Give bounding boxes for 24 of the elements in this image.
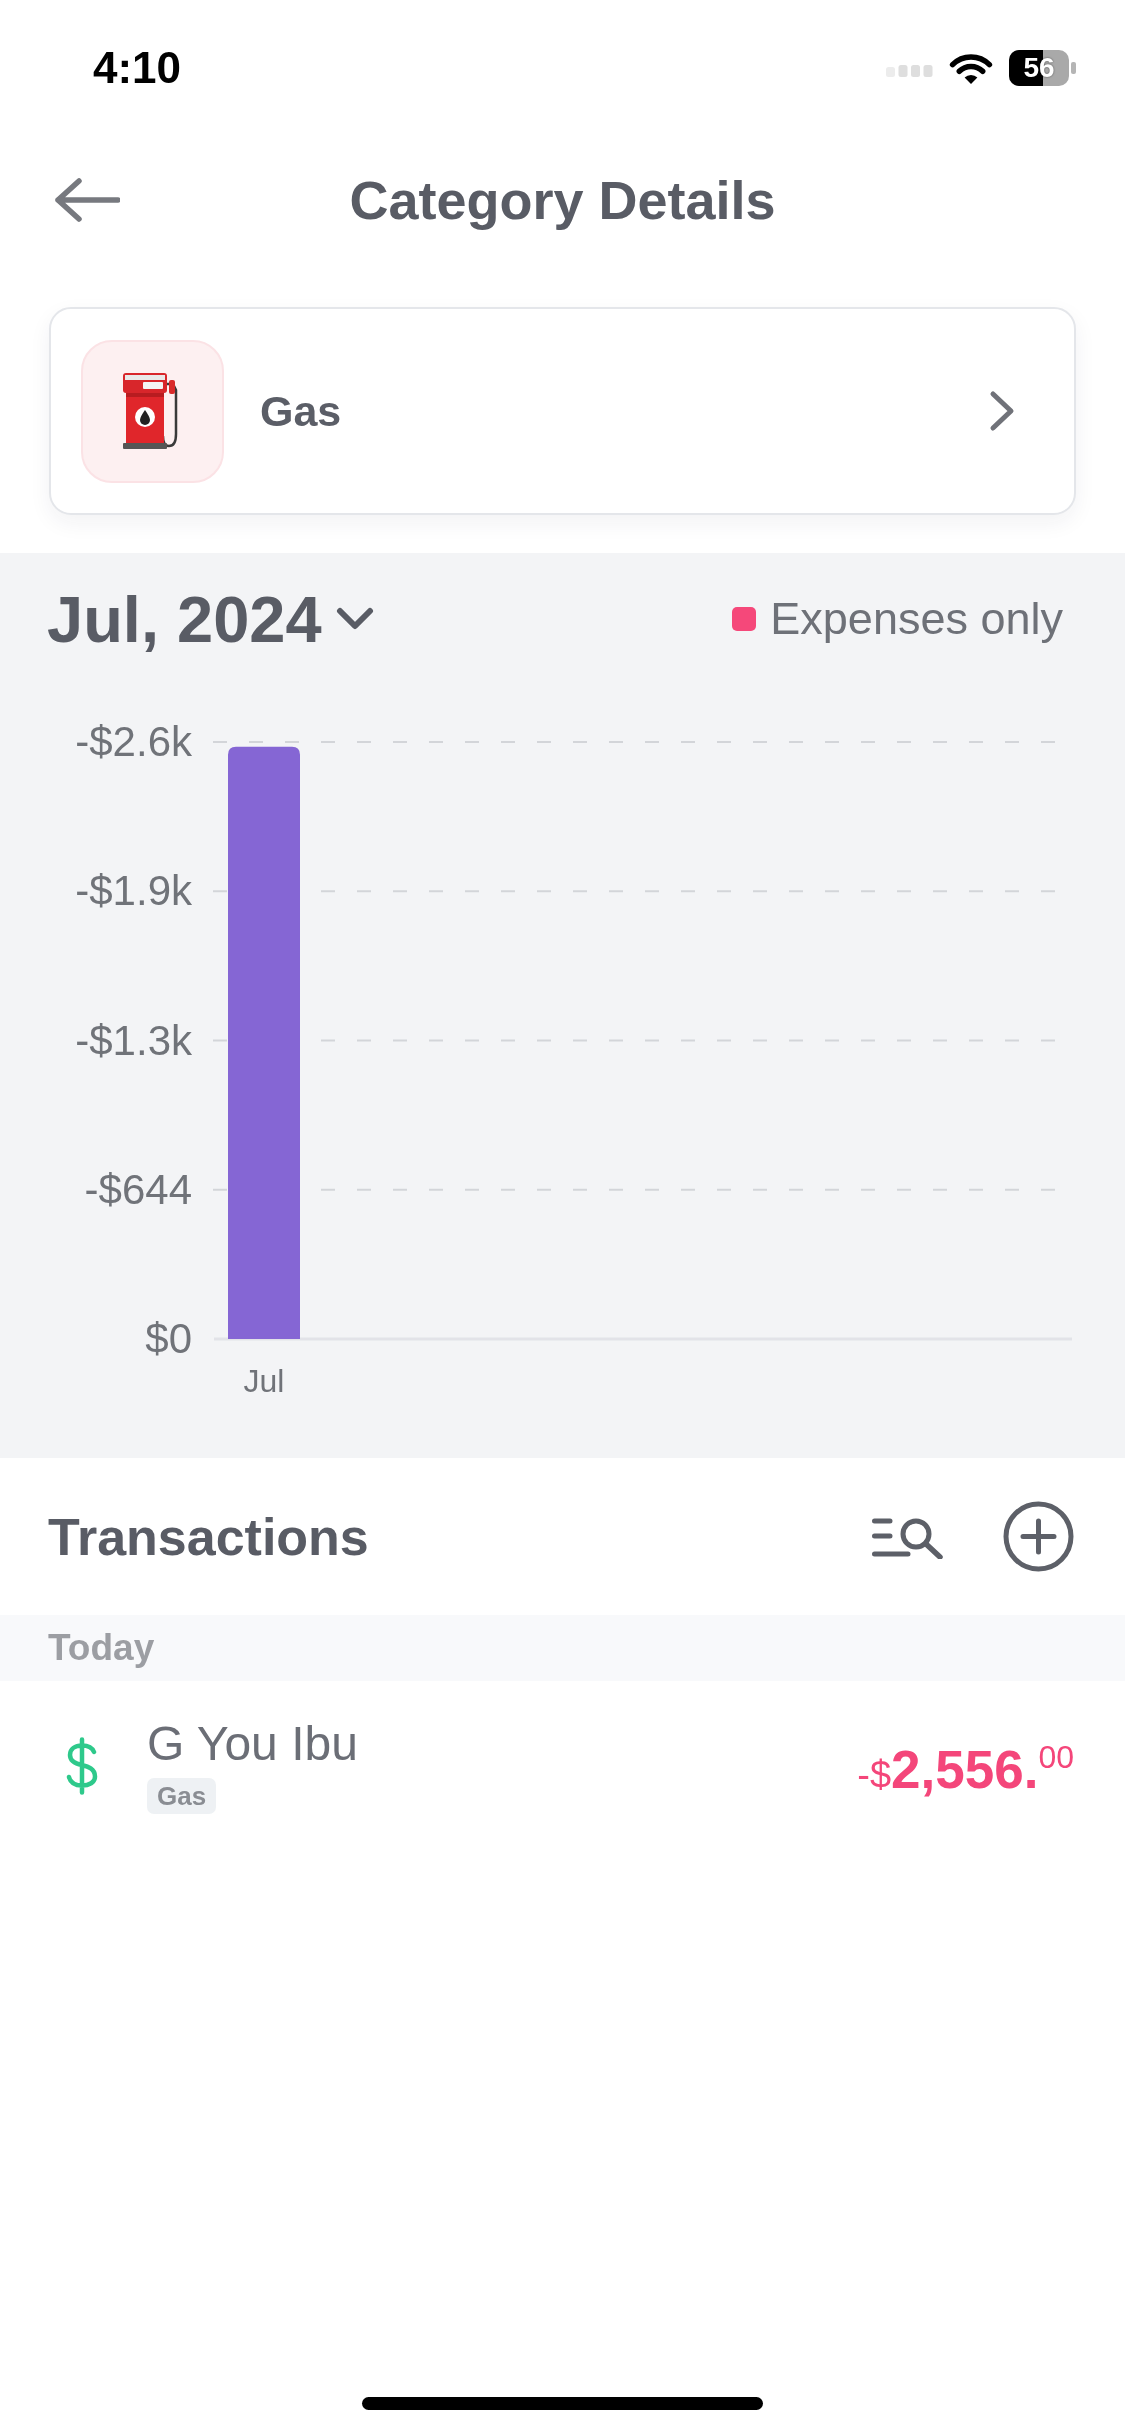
add-circle-icon[interactable] bbox=[1003, 1501, 1074, 1572]
x-axis-label: Jul bbox=[243, 1363, 285, 1399]
back-arrow-icon[interactable] bbox=[55, 178, 120, 222]
date-group-header: Today bbox=[0, 1615, 1125, 1681]
category-card[interactable]: Gas bbox=[49, 307, 1076, 515]
screen-title: Category Details bbox=[349, 169, 776, 231]
transaction-amount: -$2,556.$^{00}$ bbox=[857, 1738, 1074, 1800]
transaction-payee: G You Ibu bbox=[147, 1717, 358, 1771]
y-axis-label: -$1.9k bbox=[75, 867, 192, 915]
chevron-right-icon bbox=[988, 390, 1016, 432]
status-time: 4:10 bbox=[93, 43, 182, 93]
caret-down-icon bbox=[335, 606, 374, 632]
month-picker[interactable]: Jul, 2024 bbox=[47, 581, 374, 657]
y-axis-label: -$1.3k bbox=[75, 1016, 192, 1064]
y-axis-label: -$644 bbox=[84, 1165, 192, 1213]
category-name: Gas bbox=[260, 386, 343, 436]
legend-label: Expenses only bbox=[770, 593, 1063, 645]
section-title: Transactions bbox=[48, 1506, 369, 1567]
wifi-icon bbox=[948, 51, 994, 85]
y-axis-label: $0 bbox=[145, 1315, 192, 1362]
y-axis-label: -$2.6k bbox=[75, 718, 192, 765]
fuel-pump-icon bbox=[81, 339, 224, 483]
dollar-icon bbox=[64, 1737, 100, 1795]
category-tag: Gas bbox=[147, 1778, 217, 1815]
